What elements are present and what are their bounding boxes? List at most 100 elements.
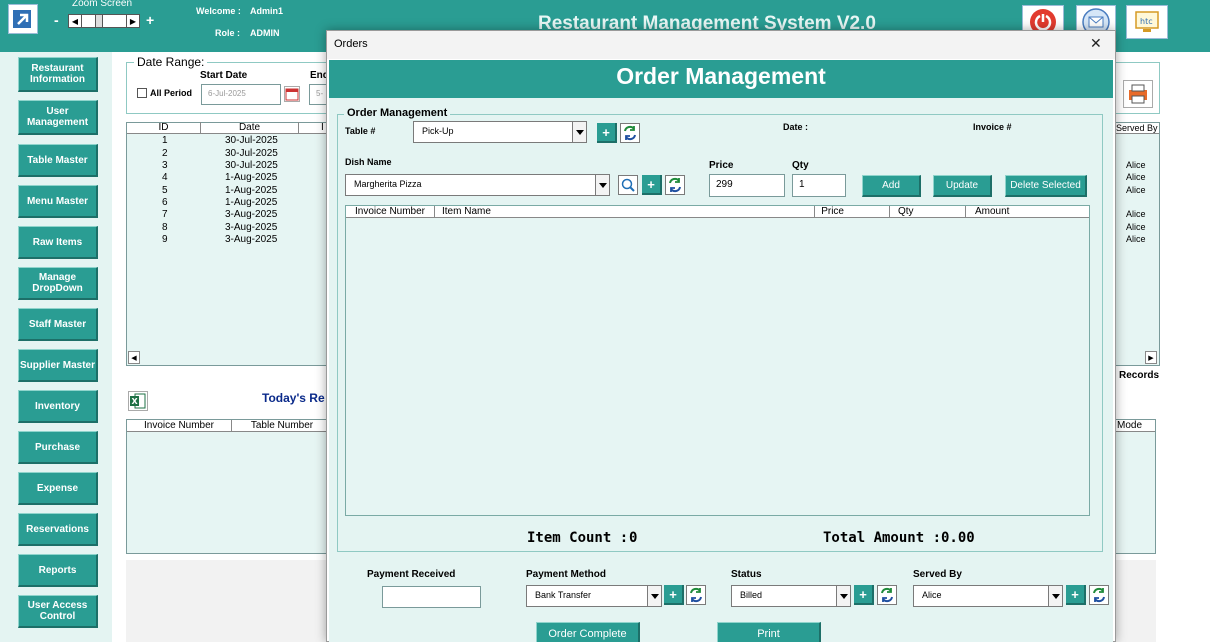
payment-method-select[interactable]: Bank Transfer [526, 585, 662, 607]
grid-col-item-name: Item Name [435, 206, 815, 217]
refresh-table-icon[interactable] [620, 123, 640, 143]
row-id: 7 [162, 209, 168, 220]
refresh-status-icon[interactable] [877, 585, 897, 605]
zoom-slider[interactable]: ◀ ▶ [68, 14, 140, 28]
add-status-button[interactable]: + [854, 585, 874, 605]
sidebar-item-manage-dropdown[interactable]: Manage DropDown [18, 267, 98, 300]
payment-method-value: Bank Transfer [535, 590, 592, 600]
row-date: 3-Aug-2025 [225, 209, 278, 220]
hscroll-right-arrow-icon[interactable]: ▶ [1145, 351, 1157, 364]
item-count-value: 0 [629, 530, 638, 546]
payment-received-input[interactable] [382, 586, 481, 608]
col-header-invoice-number: Invoice Number [127, 420, 232, 431]
grid-col-invoice-number: Invoice Number [346, 206, 435, 217]
row-id: 2 [162, 148, 168, 159]
sidebar-item-table-master[interactable]: Table Master [18, 144, 98, 177]
add-dish-button[interactable]: + [642, 175, 662, 195]
start-date-input[interactable]: 6-Jul-2025 [201, 84, 281, 105]
sidebar-item-purchase[interactable]: Purchase [18, 431, 98, 464]
grid-col-price: Price [815, 206, 890, 217]
add-table-button[interactable]: + [597, 123, 617, 143]
add-button[interactable]: Add [862, 175, 921, 197]
row-id: 8 [162, 222, 168, 233]
print-button[interactable]: Print [717, 622, 821, 642]
sidebar-item-menu-master[interactable]: Menu Master [18, 185, 98, 218]
refresh-dish-icon[interactable] [665, 175, 685, 195]
slider-right-arrow-icon[interactable]: ▶ [126, 15, 139, 27]
order-complete-button[interactable]: Order Complete [536, 622, 640, 642]
dialog-titlebar[interactable] [327, 31, 1115, 59]
search-dish-icon[interactable] [618, 175, 638, 195]
row-id: 6 [162, 197, 168, 208]
sidebar-item-staff-master[interactable]: Staff Master [18, 308, 98, 341]
zoom-minus[interactable]: - [54, 12, 59, 28]
row-id: 4 [162, 172, 168, 183]
slider-thumb[interactable] [95, 14, 103, 28]
row-served-by: Alice [1126, 185, 1146, 195]
slider-left-arrow-icon[interactable]: ◀ [69, 15, 82, 27]
chevron-down-icon[interactable] [1048, 586, 1062, 606]
sidebar-item-restaurant-information[interactable]: Restaurant Information [18, 57, 98, 92]
chevron-down-icon[interactable] [647, 586, 661, 606]
refresh-payment-method-icon[interactable] [686, 585, 706, 605]
row-date: 30-Jul-2025 [225, 135, 278, 146]
add-served-by-button[interactable]: + [1066, 585, 1086, 605]
role-value: ADMIN [250, 28, 280, 38]
sidebar-item-user-access-control[interactable]: User Access Control [18, 595, 98, 628]
table-label: Table # [345, 126, 376, 136]
col-header-mode: Mode [1117, 420, 1143, 431]
close-icon[interactable]: ✕ [1090, 35, 1102, 52]
status-value: Billed [740, 590, 763, 600]
delete-selected-button[interactable]: Delete Selected [1005, 175, 1087, 197]
payment-received-label: Payment Received [367, 569, 456, 580]
row-date: 1-Aug-2025 [225, 185, 278, 196]
price-input[interactable]: 299 [709, 174, 785, 197]
zoom-label: Zoom Screen [72, 0, 133, 9]
zoom-plus[interactable]: + [146, 12, 154, 28]
row-id: 3 [162, 160, 168, 171]
sidebar-item-raw-items[interactable]: Raw Items [18, 226, 98, 259]
qty-input[interactable]: 1 [792, 174, 846, 197]
items-grid[interactable] [345, 205, 1090, 516]
help-icon[interactable]: htc [1126, 5, 1168, 39]
grid-col-qty: Qty [890, 206, 966, 217]
sidebar-item-inventory[interactable]: Inventory [18, 390, 98, 423]
app-logo-icon[interactable] [8, 4, 38, 34]
refresh-served-by-icon[interactable] [1089, 585, 1109, 605]
sidebar-item-reports[interactable]: Reports [18, 554, 98, 587]
chevron-down-icon[interactable] [836, 586, 850, 606]
table-select[interactable]: Pick-Up [413, 121, 587, 143]
dish-select[interactable]: Margherita Pizza [345, 174, 610, 196]
hscroll-left-arrow-icon[interactable]: ◀ [128, 351, 140, 364]
col-header-id: ID [127, 122, 201, 133]
calendar-icon[interactable] [284, 86, 300, 102]
chevron-down-icon[interactable] [572, 122, 586, 142]
sidebar-item-supplier-master[interactable]: Supplier Master [18, 349, 98, 382]
status-select[interactable]: Billed [731, 585, 851, 607]
date-range-label: Date Range: [134, 55, 208, 69]
add-payment-method-button[interactable]: + [664, 585, 684, 605]
all-period-label: All Period [150, 88, 193, 98]
sidebar-item-reservations[interactable]: Reservations [18, 513, 98, 546]
col-header-served-by: Served By [1116, 123, 1158, 133]
grid-col-amount: Amount [975, 206, 1010, 217]
welcome-value: Admin1 [250, 6, 284, 16]
all-period-checkbox[interactable] [137, 88, 147, 98]
total-amount-label: Total Amount : [823, 530, 942, 546]
sidebar-item-expense[interactable]: Expense [18, 472, 98, 505]
sidebar-item-user-management[interactable]: User Management [18, 100, 98, 135]
row-id: 5 [162, 185, 168, 196]
served-by-select[interactable]: Alice [913, 585, 1063, 607]
chevron-down-icon[interactable] [595, 175, 609, 195]
row-date: 1-Aug-2025 [225, 172, 278, 183]
excel-export-icon[interactable]: X [128, 391, 148, 411]
update-button[interactable]: Update [933, 175, 992, 197]
svg-text:htc: htc [1140, 17, 1153, 26]
row-served-by: Alice [1126, 222, 1146, 232]
row-date: 30-Jul-2025 [225, 148, 278, 159]
dialog-title: Orders [334, 38, 368, 50]
qty-label: Qty [792, 160, 809, 171]
printer-icon[interactable] [1123, 80, 1153, 108]
row-served-by: Alice [1126, 172, 1146, 182]
row-id: 9 [162, 234, 168, 245]
